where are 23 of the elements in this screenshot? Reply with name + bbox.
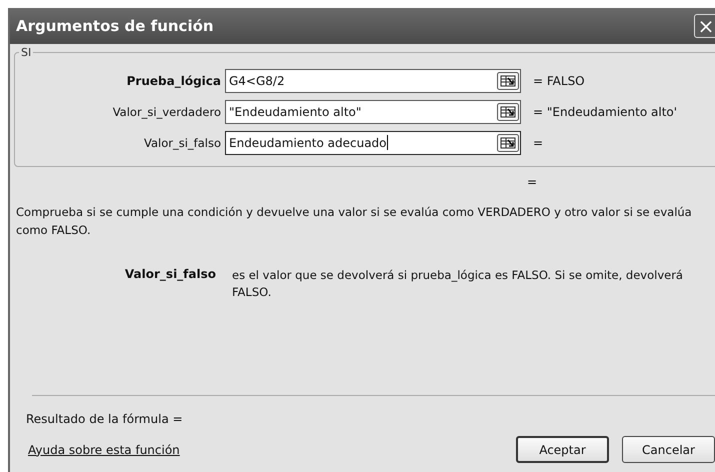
argument-label: Valor_si_verdadero (112, 104, 222, 118)
input-field[interactable]: "Endeudamiento alto" (225, 100, 521, 124)
close-button[interactable]: × (694, 14, 715, 38)
input-field[interactable]: G4<G8/2 (225, 68, 521, 92)
range-picker-icon[interactable] (497, 134, 519, 152)
argument-name: Valor_si_falso (124, 267, 217, 283)
function-result: = (527, 175, 538, 189)
help-link[interactable]: Ayuda sobre esta función (28, 442, 180, 456)
cancel-button[interactable]: Cancelar (622, 436, 715, 463)
window-title: Argumentos de función (16, 17, 214, 35)
range-picker-icon[interactable] (497, 102, 519, 120)
range-picker-icon[interactable] (497, 72, 519, 90)
group-title: SI (20, 46, 32, 59)
argument-label: Prueba_lógica (126, 74, 222, 88)
argument-result: = "Endeudamiento alto' (533, 104, 678, 118)
formula-result: Resultado de la fórmula = (25, 412, 184, 426)
argument-result: = (533, 136, 544, 150)
function-description: Comprueba si se cumple una condición y devuelve una valor si se evalúa como VERDADERO y otro valor si se evalúa como FALSO. (15, 204, 693, 239)
argument-result: = FALSO (533, 74, 585, 88)
argument-description: es el valor que se devolverá si prueba_lógica es FALSO. Si se omite, devolverá FALSO. (232, 267, 684, 301)
input-field[interactable]: Endeudamiento adecuado (225, 130, 521, 154)
argument-label: Valor_si_falso (143, 136, 222, 150)
accept-button[interactable]: Aceptar (516, 436, 609, 463)
